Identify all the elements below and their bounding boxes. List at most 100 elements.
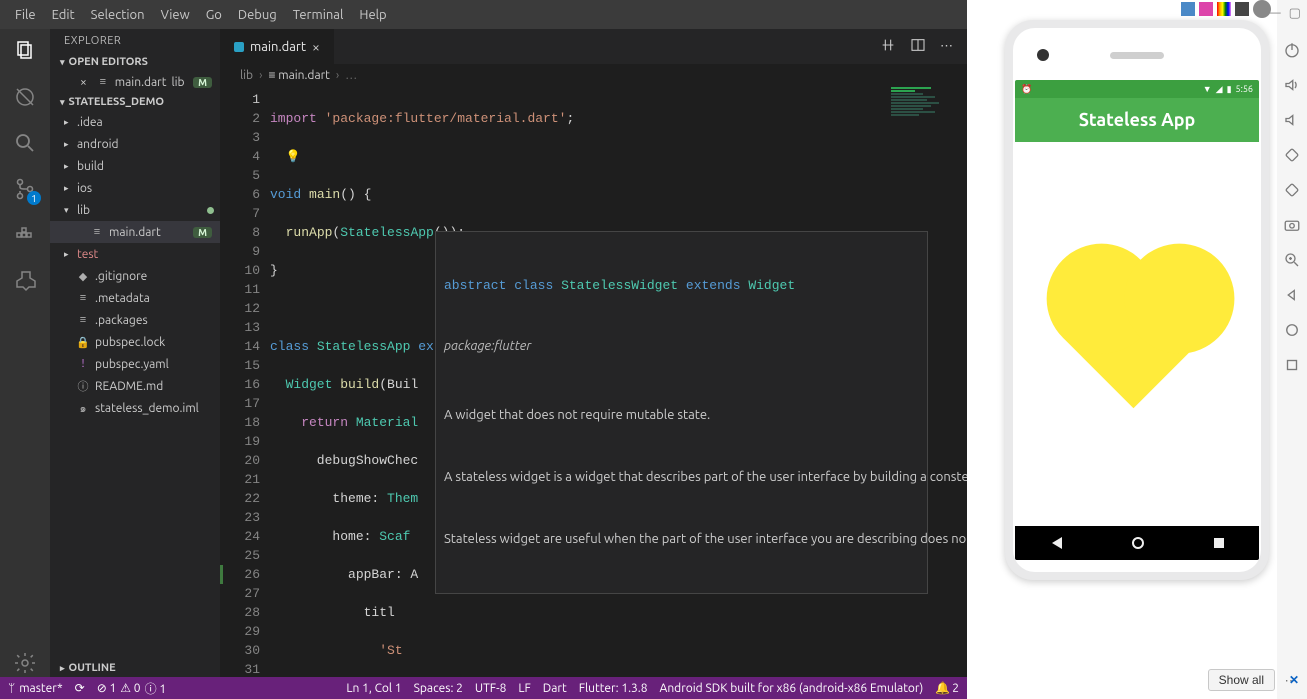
split-editor-icon[interactable]	[910, 37, 926, 56]
ext-icon[interactable]	[1199, 2, 1213, 16]
rotate-right-icon[interactable]	[1283, 181, 1301, 202]
minimize-icon[interactable]: —	[1268, 6, 1281, 21]
file-label: pubspec.yaml	[95, 358, 169, 371]
open-editor-dir: lib	[171, 76, 184, 89]
folder-ios[interactable]: ▸ios	[50, 177, 220, 199]
file-main-dart[interactable]: ≡main.dartM	[50, 221, 220, 243]
editor-tabs: main.dart × ⋯	[220, 29, 967, 64]
volume-up-icon[interactable]	[1283, 76, 1301, 97]
warnings-label: ⚠ 0	[120, 681, 140, 695]
folder-label: lib	[77, 204, 90, 217]
status-sync[interactable]: ⟳	[75, 681, 85, 695]
camera-icon[interactable]	[1283, 216, 1301, 237]
lightbulb-icon[interactable]: 💡	[286, 150, 301, 164]
nav-home-icon[interactable]	[1283, 321, 1301, 342]
code-editor[interactable]: 123456 789101112 131415161718 1920212223…	[220, 86, 967, 677]
nav-back-icon[interactable]	[1050, 537, 1062, 549]
compare-icon[interactable]	[880, 37, 896, 56]
volume-down-icon[interactable]	[1283, 111, 1301, 132]
file-gitignore[interactable]: ◆.gitignore	[50, 265, 220, 287]
zoom-icon[interactable]	[1283, 251, 1301, 272]
docker-icon[interactable]	[11, 221, 39, 249]
folder-label: test	[77, 248, 98, 261]
project-name: STATELESS_DEMO	[69, 96, 164, 108]
status-eol[interactable]: LF	[518, 682, 530, 695]
show-all-button[interactable]: Show all	[1208, 669, 1275, 691]
ext-icon[interactable]	[1235, 2, 1249, 16]
file-iml[interactable]: ๑stateless_demo.iml	[50, 397, 220, 419]
ext-icon[interactable]	[1181, 2, 1195, 16]
emulator-toolbar: — ▢ × ⋯	[1277, 0, 1307, 699]
source-control-icon[interactable]: 1	[11, 175, 39, 203]
info-label: ⓘ 1	[145, 680, 167, 697]
menu-view[interactable]: View	[154, 0, 197, 29]
more-icon[interactable]: ⋯	[940, 39, 953, 54]
tab-main-dart[interactable]: main.dart ×	[220, 29, 335, 64]
file-label: main.dart	[109, 226, 161, 239]
open-editor-file[interactable]: × ≡ main.dart lib M	[50, 71, 220, 93]
menu-file[interactable]: File	[8, 0, 43, 29]
status-device[interactable]: Android SDK built for x86 (android-x86 E…	[660, 682, 924, 695]
gear-icon[interactable]	[11, 649, 39, 677]
rotate-left-icon[interactable]	[1283, 146, 1301, 167]
nav-back-icon[interactable]	[1283, 286, 1301, 307]
file-packages[interactable]: ≡.packages	[50, 309, 220, 331]
heart-icon	[1063, 260, 1211, 408]
close-icon[interactable]: ×	[312, 39, 320, 55]
breadcrumbs[interactable]: lib› ≡ main.dart›…	[220, 64, 967, 86]
emulator-panel: ⏰ ▼ ◢ ▮ 5:56 Stateless App — ▢ ×	[967, 0, 1307, 699]
status-branch[interactable]: ᛘ master*	[8, 682, 63, 695]
status-position[interactable]: Ln 1, Col 1	[346, 682, 401, 695]
menu-edit[interactable]: Edit	[45, 0, 82, 29]
device-screen[interactable]: ⏰ ▼ ◢ ▮ 5:56 Stateless App	[1015, 80, 1259, 560]
breadcrumb-file[interactable]: ≡ main.dart	[268, 68, 329, 82]
folder-idea[interactable]: ▸.idea	[50, 111, 220, 133]
status-language[interactable]: Dart	[543, 682, 567, 695]
file-icon: ≡	[76, 292, 90, 304]
nav-recents-icon[interactable]	[1214, 538, 1224, 548]
menu-selection[interactable]: Selection	[84, 0, 152, 29]
nav-overview-icon[interactable]	[1283, 356, 1301, 377]
window-controls: — ▢ ×	[1268, 6, 1307, 21]
vscode-window: File Edit Selection View Go Debug Termin…	[0, 0, 967, 699]
file-pubspecyaml[interactable]: !pubspec.yaml	[50, 353, 220, 375]
maximize-icon[interactable]: ▢	[1289, 6, 1301, 21]
alarm-icon: ⏰	[1021, 84, 1032, 95]
close-icon[interactable]: ×	[76, 76, 91, 89]
menu-help[interactable]: Help	[352, 0, 393, 29]
file-readme[interactable]: ⓘREADME.md	[50, 375, 220, 397]
folder-label: .idea	[77, 116, 103, 129]
menu-go[interactable]: Go	[199, 0, 229, 29]
menu-terminal[interactable]: Terminal	[286, 0, 351, 29]
explorer-icon[interactable]	[11, 37, 39, 65]
folder-lib[interactable]: ▾lib	[50, 199, 220, 221]
status-problems[interactable]: ⊘ 1 ⚠ 0 ⓘ 1	[97, 680, 166, 697]
file-pubspeclock[interactable]: 🔒pubspec.lock	[50, 331, 220, 353]
folder-label: ios	[77, 182, 92, 195]
status-spaces[interactable]: Spaces: 2	[414, 682, 463, 695]
dismiss-icon[interactable]: ✕	[1289, 673, 1299, 687]
phone-camera	[1037, 49, 1049, 61]
file-metadata[interactable]: ≡.metadata	[50, 287, 220, 309]
folder-build[interactable]: ▸build	[50, 155, 220, 177]
open-editors-section[interactable]: ▾OPEN EDITORS	[50, 53, 220, 71]
file-icon: ≡	[76, 314, 90, 326]
folder-test[interactable]: ▸test	[50, 243, 220, 265]
status-flutter[interactable]: Flutter: 1.3.8	[579, 682, 648, 695]
extensions-icon[interactable]	[11, 267, 39, 295]
outline-section[interactable]: ▸OUTLINE	[50, 659, 220, 677]
status-encoding[interactable]: UTF-8	[475, 682, 506, 695]
ext-icon[interactable]	[1217, 2, 1231, 16]
status-notifications[interactable]: 🔔 2	[935, 681, 959, 695]
breadcrumb-folder[interactable]: lib	[240, 69, 253, 82]
code-content[interactable]: import 'package:flutter/material.dart'; …	[270, 86, 967, 677]
power-icon[interactable]	[1283, 41, 1301, 62]
nav-home-icon[interactable]	[1132, 537, 1144, 549]
search-icon[interactable]	[11, 129, 39, 157]
app-body	[1015, 142, 1259, 526]
debug-icon[interactable]	[11, 83, 39, 111]
project-section[interactable]: ▾STATELESS_DEMO	[50, 93, 220, 111]
folder-android[interactable]: ▸android	[50, 133, 220, 155]
hover-documentation[interactable]: abstract class StatelessWidget extends W…	[435, 231, 928, 594]
menu-debug[interactable]: Debug	[231, 0, 284, 29]
